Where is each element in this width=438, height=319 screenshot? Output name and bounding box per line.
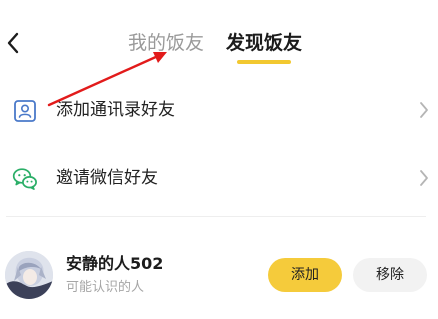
invite-wechat-label: 邀请微信好友 [56, 168, 158, 188]
suggested-user-name: 安静的人502 [66, 254, 164, 273]
discover-friends-page: 我的饭友 发现饭友 添加通讯录好友 邀请微信好友 安静的人502 可能认识的人 … [0, 0, 438, 319]
remove-suggestion-button[interactable]: 移除 [353, 258, 427, 292]
avatar[interactable] [5, 251, 53, 299]
suggested-user-subtitle: 可能认识的人 [66, 280, 145, 295]
invite-wechat-row[interactable]: 邀请微信好友 [0, 150, 438, 206]
avatar-image [5, 251, 53, 299]
chevron-left-icon [7, 32, 19, 54]
tab-discover-friends[interactable]: 发现饭友 [226, 30, 302, 56]
add-contacts-label: 添加通讯录好友 [56, 100, 175, 120]
contacts-book-icon [14, 100, 36, 122]
back-button[interactable] [2, 28, 24, 58]
active-tab-indicator [237, 60, 291, 64]
wechat-icon [12, 168, 37, 190]
add-friend-button[interactable]: 添加 [268, 258, 342, 292]
section-divider [6, 216, 426, 217]
tab-my-friends[interactable]: 我的饭友 [128, 30, 204, 56]
add-contacts-row[interactable]: 添加通讯录好友 [0, 82, 438, 138]
chevron-right-icon [420, 102, 428, 118]
chevron-right-icon [420, 170, 428, 186]
